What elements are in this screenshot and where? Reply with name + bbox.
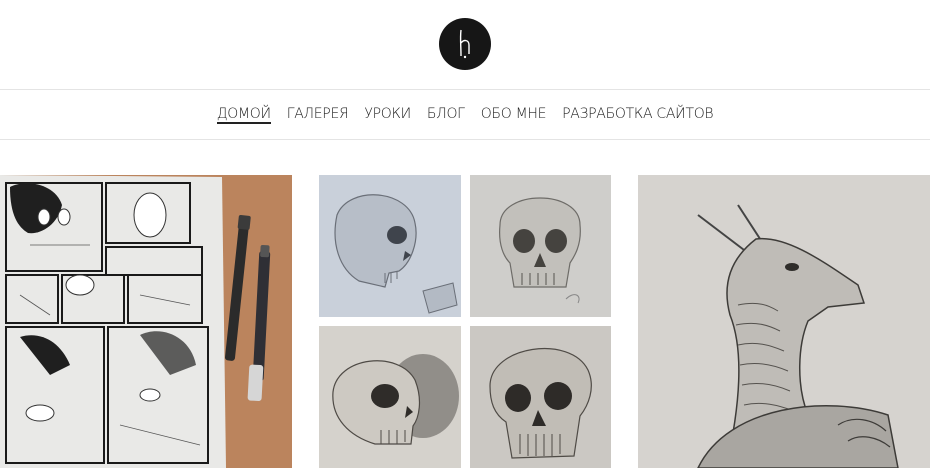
gallery-tile-skull-side[interactable] (319, 175, 461, 317)
skull-three-quarter-image (470, 326, 611, 468)
manga-sketch-image (0, 175, 292, 468)
nav-divider (0, 139, 930, 140)
nav-item-lessons[interactable]: УРОКИ (364, 90, 411, 138)
gallery-tile-dragon[interactable] (638, 175, 930, 468)
nav-item-gallery[interactable]: ГАЛЕРЕЯ (287, 90, 349, 138)
skull-front-image (470, 175, 611, 317)
gallery-grid (0, 175, 930, 468)
gallery-tile-manga[interactable] (0, 175, 292, 468)
nav-item-web-development[interactable]: РАЗРАБОТКА САЙТОВ (562, 90, 713, 138)
nav-item-home[interactable]: ДОМОЙ (216, 90, 271, 138)
skull-shaded-side-image (319, 326, 461, 468)
main-nav: ДОМОЙ ГАЛЕРЕЯ УРОКИ БЛОГ ОБО МНЕ РАЗРАБО… (0, 90, 930, 140)
gallery-tile-skull-shaded-three-quarter[interactable] (470, 326, 611, 468)
skull-side-image (319, 175, 461, 317)
logo-glyph (459, 29, 470, 59)
gallery-tile-skull-front[interactable] (470, 175, 611, 317)
site-header (0, 0, 930, 89)
logo-h-icon[interactable] (439, 18, 491, 70)
dragon-sketch-image (638, 175, 930, 468)
nav-item-about[interactable]: ОБО МНЕ (481, 90, 547, 138)
gallery-tile-skull-shaded-side[interactable] (319, 326, 461, 468)
nav-item-blog[interactable]: БЛОГ (427, 90, 465, 138)
